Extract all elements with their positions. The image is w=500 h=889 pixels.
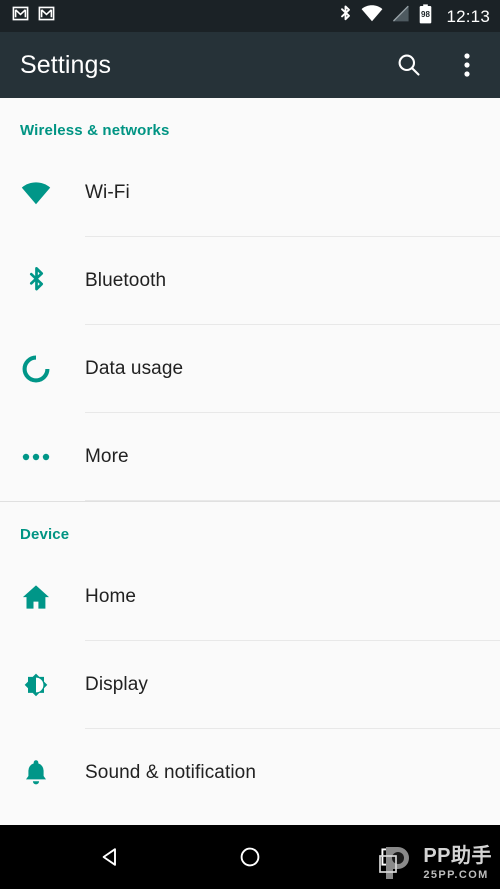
row-divider (85, 500, 500, 501)
setting-label: Display (85, 674, 148, 695)
more-vert-icon[interactable] (452, 50, 482, 80)
more-horiz-icon (20, 441, 52, 473)
status-bar-clock: 12:13 (446, 6, 490, 26)
setting-row-wifi[interactable]: Wi-Fi (0, 149, 500, 237)
nav-recents-icon[interactable] (358, 825, 422, 889)
bluetooth-icon (339, 4, 352, 29)
nav-back-icon[interactable] (78, 825, 142, 889)
brightness-icon (20, 669, 52, 701)
setting-row-display[interactable]: Display (0, 641, 500, 729)
cellular-signal-icon (392, 5, 410, 27)
setting-label: Data usage (85, 358, 184, 379)
status-bar-system-icons: 98 12:13 (339, 3, 490, 29)
setting-label: More (85, 446, 129, 467)
settings-list[interactable]: Wireless & networks Wi-Fi Bluetooth Data… (0, 98, 500, 825)
gmail-icon (38, 6, 55, 26)
section-wireless-networks: Wireless & networks Wi-Fi Bluetooth Data… (0, 98, 500, 501)
gmail-icon (12, 6, 29, 26)
section-header-device: Device (20, 526, 70, 543)
bluetooth-icon (20, 265, 52, 297)
search-icon[interactable] (394, 50, 424, 80)
section-device: Device Home Display Sound & notification (0, 501, 500, 817)
status-bar-notifications (12, 6, 55, 26)
section-header-wireless-networks: Wireless & networks (20, 122, 170, 139)
setting-label: Home (85, 586, 137, 607)
watermark-brand: PP助手 (423, 844, 492, 867)
setting-row-data-usage[interactable]: Data usage (0, 325, 500, 413)
setting-label: Bluetooth (85, 270, 167, 291)
nav-home-icon[interactable] (218, 825, 282, 889)
android-settings-screen: 98 12:13 Settings Wireless & networks Wi… (0, 0, 500, 889)
wifi-icon (20, 177, 52, 209)
toolbar-actions (394, 50, 482, 80)
navigation-bar: PP助手 25PP.COM (0, 825, 500, 889)
status-bar: 98 12:13 (0, 0, 500, 32)
setting-row-bluetooth[interactable]: Bluetooth (0, 237, 500, 325)
data-usage-icon (20, 353, 52, 385)
watermark-url: 25PP.COM (423, 868, 489, 881)
wifi-icon (361, 5, 383, 27)
home-icon (20, 581, 52, 613)
setting-label: Wi-Fi (85, 182, 130, 203)
setting-label: Sound & notification (85, 762, 257, 783)
watermark-text: PP助手 25PP.COM (423, 846, 492, 881)
setting-row-sound-notification[interactable]: Sound & notification (0, 729, 500, 817)
bell-icon (20, 757, 52, 789)
setting-row-home[interactable]: Home (0, 553, 500, 641)
battery-icon: 98 (419, 3, 432, 29)
page-title: Settings (20, 50, 112, 79)
setting-row-more[interactable]: More (0, 413, 500, 501)
battery-level-text: 98 (422, 10, 431, 19)
app-toolbar: Settings (0, 32, 500, 98)
